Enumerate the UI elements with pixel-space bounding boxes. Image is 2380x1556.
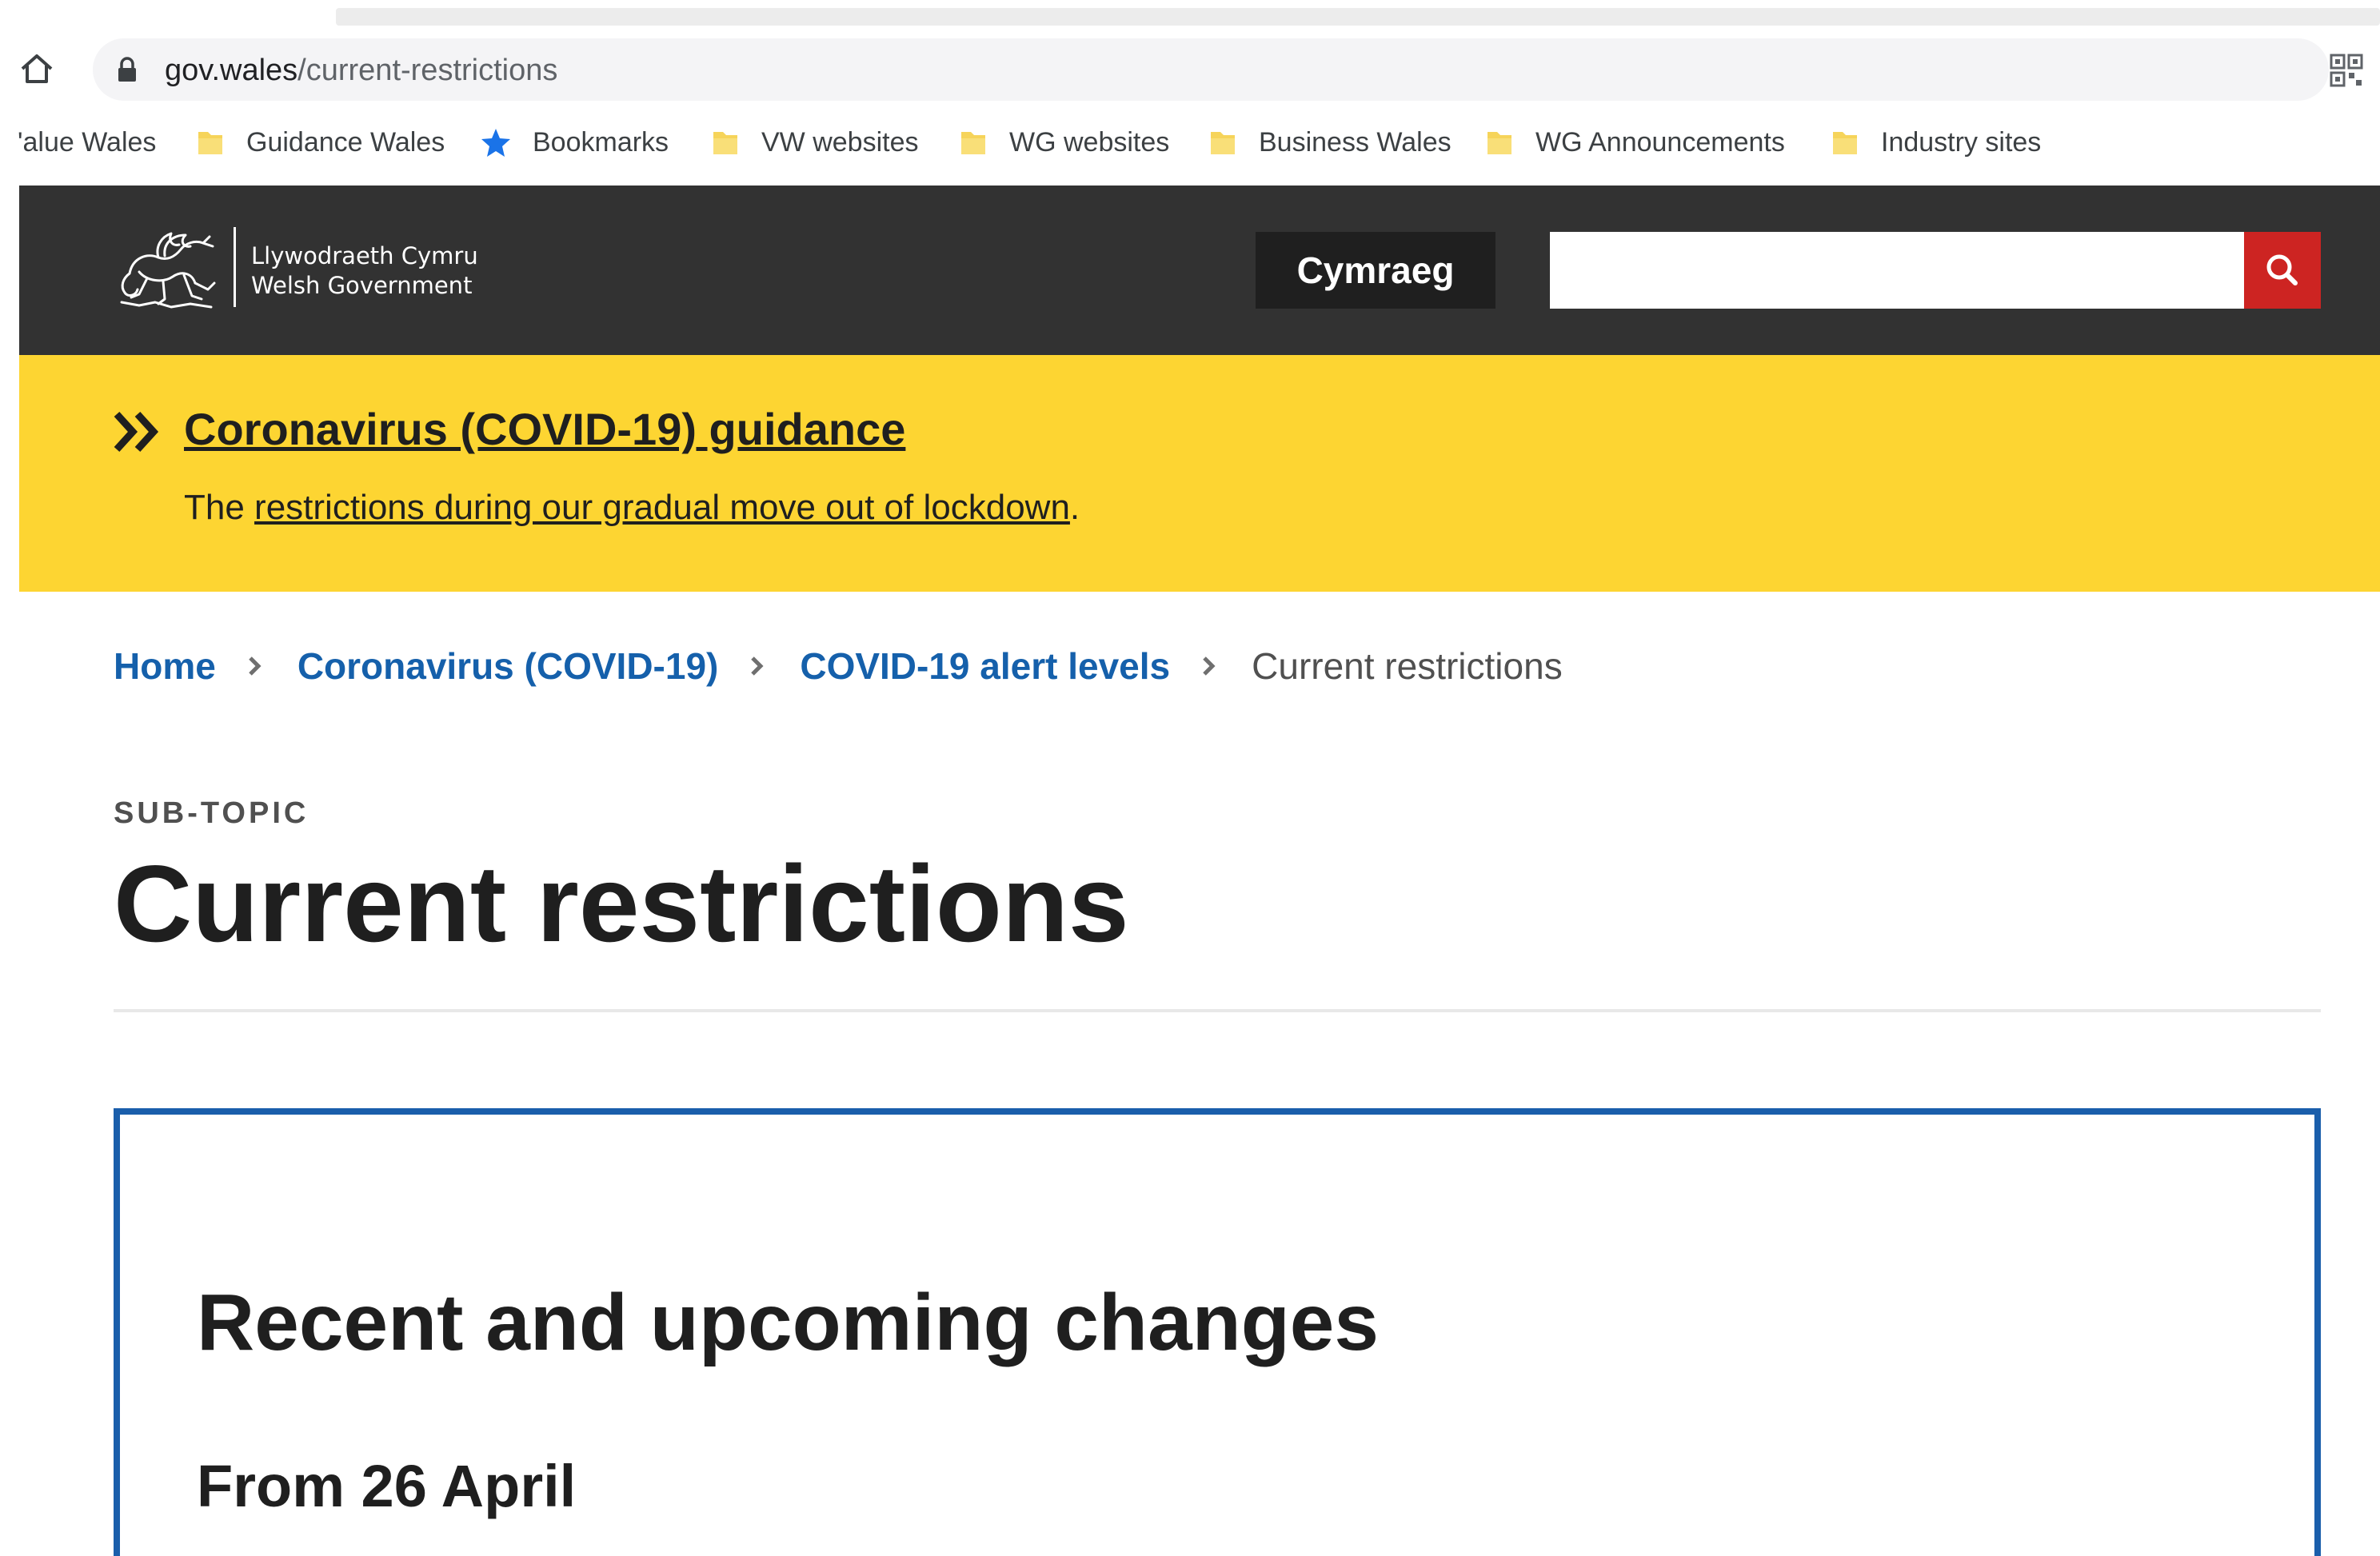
folder-icon [198, 132, 222, 154]
folder-icon [1211, 132, 1235, 154]
breadcrumb-current: Current restrictions [1252, 645, 1563, 687]
banner-text-suffix: . [1069, 488, 1080, 527]
bookmark-value-wales[interactable]: 'alue Wales [18, 120, 156, 165]
bookmark-label: 'alue Wales [18, 126, 157, 158]
star-icon [481, 129, 510, 157]
double-chevron-right-icon [114, 411, 159, 453]
chevron-right-icon [1203, 656, 1216, 676]
url-path: /current-restrictions [298, 54, 558, 87]
breadcrumb: Home Coronavirus (COVID-19) COVID-19 ale… [114, 640, 1563, 692]
bookmark-label: VW websites [761, 126, 919, 158]
bookmark-label: Bookmarks [533, 126, 669, 158]
bookmark-label: WG Announcements [1535, 126, 1785, 158]
chevron-right-icon [249, 656, 262, 676]
logo-divider [234, 227, 236, 307]
section-divider [114, 1009, 2321, 1012]
bookmark-label: Guidance Wales [246, 126, 445, 158]
covid-guidance-link[interactable]: Coronavirus (COVID-19) guidance [184, 403, 905, 455]
bookmark-industry-sites[interactable]: Industry sites [1830, 120, 2041, 165]
home-icon[interactable] [18, 50, 56, 88]
search-button[interactable] [2244, 232, 2321, 309]
folder-icon [713, 132, 737, 154]
lock-icon [118, 57, 136, 82]
tab-strip [336, 8, 2380, 26]
bookmark-wg-announcements[interactable]: WG Announcements [1484, 120, 1785, 165]
bookmark-label: WG websites [1009, 126, 1170, 158]
cymraeg-language-button[interactable]: Cymraeg [1256, 232, 1495, 309]
bookmark-vw-websites[interactable]: VW websites [710, 120, 919, 165]
folder-icon [961, 132, 985, 154]
recent-changes-box: Recent and upcoming changes From 26 Apri… [114, 1108, 2321, 1556]
search-input[interactable] [1550, 232, 2244, 309]
logo-line-welsh: Llywodraeth Cymru [251, 242, 478, 269]
covid-banner: Coronavirus (COVID-19) guidance The rest… [19, 355, 2380, 592]
breadcrumb-coronavirus[interactable]: Coronavirus (COVID-19) [298, 644, 719, 688]
bookmark-wg-websites[interactable]: WG websites [958, 120, 1169, 165]
breadcrumb-alert-levels[interactable]: COVID-19 alert levels [800, 644, 1170, 688]
qr-code-icon[interactable] [2329, 53, 2364, 88]
logo-text[interactable]: Llywodraeth Cymru Welsh Government [251, 241, 478, 301]
changes-subheading: From 26 April [197, 1453, 577, 1519]
welsh-dragon-logo-icon[interactable] [115, 225, 219, 315]
breadcrumb-home[interactable]: Home [114, 644, 216, 688]
bookmark-label: Industry sites [1881, 126, 2042, 158]
bookmarks-bar: 'alue Wales Guidance Wales Bookmarks VW … [0, 120, 2380, 165]
site-header: Llywodraeth Cymru Welsh Government Cymra… [19, 186, 2380, 355]
url-text[interactable]: gov.wales/current-restrictions [165, 51, 557, 90]
url-domain: gov.wales [165, 54, 298, 87]
bookmark-guidance-wales[interactable]: Guidance Wales [195, 120, 445, 165]
chevron-right-icon [751, 656, 764, 676]
sub-topic-label: SUB-TOPIC [114, 796, 309, 830]
search-icon [2266, 254, 2298, 285]
browser-chrome: gov.wales/current-restrictions 'alue Wal… [0, 0, 2380, 186]
page-title: Current restrictions [114, 843, 1129, 964]
bookmark-business-wales[interactable]: Business Wales [1208, 120, 1452, 165]
banner-text-prefix: The [184, 488, 255, 527]
bookmark-label: Business Wales [1259, 126, 1452, 158]
logo-line-english: Welsh Government [251, 272, 473, 299]
folder-icon [1488, 132, 1511, 154]
banner-text: The restrictions during our gradual move… [184, 488, 1080, 528]
folder-icon [1833, 132, 1857, 154]
changes-heading: Recent and upcoming changes [197, 1278, 1380, 1367]
lockdown-restrictions-link[interactable]: restrictions during our gradual move out… [254, 488, 1070, 527]
bookmark-bookmarks[interactable]: Bookmarks [480, 120, 669, 165]
